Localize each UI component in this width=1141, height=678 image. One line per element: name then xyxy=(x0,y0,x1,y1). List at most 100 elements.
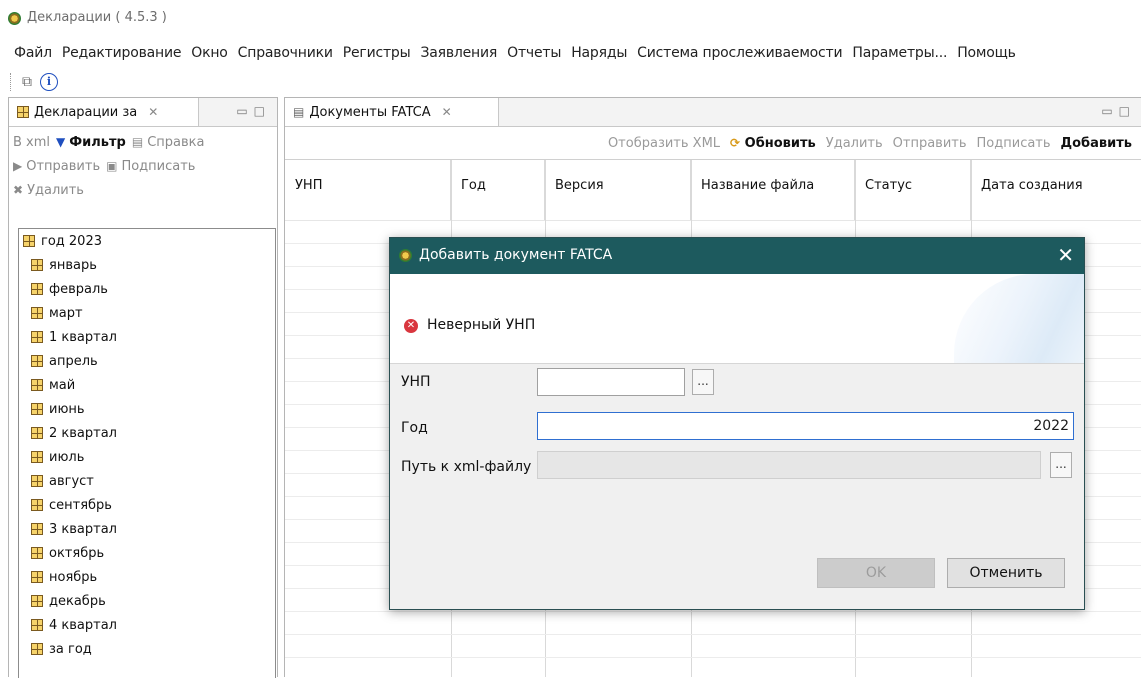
tab-declarations-label: Декларации за xyxy=(34,104,138,120)
tab-declarations[interactable]: Декларации за ✕ xyxy=(9,98,199,126)
tree-item[interactable]: март xyxy=(19,301,275,325)
menu-edit[interactable]: Редактирование xyxy=(57,40,186,66)
toolbar-grip[interactable] xyxy=(10,73,13,91)
col-header-version[interactable]: Версия xyxy=(545,160,691,220)
filter-button[interactable]: ▼ Фильтр xyxy=(56,135,126,150)
add-doc-button[interactable]: Добавить xyxy=(1061,136,1132,151)
close-tab-icon[interactable]: ✕ xyxy=(148,105,158,119)
tree-item-label: 4 квартал xyxy=(49,617,117,633)
tree-item[interactable]: июль xyxy=(19,445,275,469)
col-header-year[interactable]: Год xyxy=(451,160,545,220)
calendar-grid-icon xyxy=(31,259,43,271)
tree-item[interactable]: апрель xyxy=(19,349,275,373)
main-toolbar: ⧉ i xyxy=(0,69,1141,95)
tree-item[interactable]: февраль xyxy=(19,277,275,301)
tree-root-year[interactable]: год 2023 xyxy=(19,229,275,253)
menu-orders[interactable]: Наряды xyxy=(566,40,632,66)
tree-item[interactable]: за год xyxy=(19,637,275,661)
app-logo-icon xyxy=(399,249,412,262)
tree-item[interactable]: ноябрь xyxy=(19,565,275,589)
menu-registers[interactable]: Регистры xyxy=(338,40,416,66)
menu-reports[interactable]: Отчеты xyxy=(502,40,566,66)
tree-item[interactable]: сентябрь xyxy=(19,493,275,517)
unp-browse-button[interactable]: ... xyxy=(692,369,714,395)
menu-help[interactable]: Помощь xyxy=(952,40,1020,66)
menu-parameters[interactable]: Параметры... xyxy=(847,40,952,66)
export-xml-button[interactable]: В xml xyxy=(13,135,50,150)
close-icon[interactable]: ✕ xyxy=(1057,244,1074,266)
cancel-button[interactable]: Отменить xyxy=(947,558,1065,588)
menu-window[interactable]: Окно xyxy=(186,40,232,66)
tree-item[interactable]: 2 квартал xyxy=(19,421,275,445)
calendar-grid-icon xyxy=(31,379,43,391)
maximize-icon[interactable]: □ xyxy=(1119,104,1136,118)
tree-item[interactable]: октябрь xyxy=(19,541,275,565)
calendar-grid-icon xyxy=(17,106,29,118)
tree-item[interactable]: январь xyxy=(19,253,275,277)
error-icon: ✕ xyxy=(404,319,418,333)
calendar-grid-icon xyxy=(31,307,43,319)
year-input[interactable]: 2022 xyxy=(537,412,1074,440)
tree-item-label: март xyxy=(49,305,83,321)
tree-item-label: апрель xyxy=(49,353,98,369)
tree-item[interactable]: май xyxy=(19,373,275,397)
banner-decoration xyxy=(954,274,1084,363)
delete-doc-button[interactable]: Удалить xyxy=(826,136,883,151)
xml-browse-button[interactable]: ... xyxy=(1050,452,1072,478)
menu-applications[interactable]: Заявления xyxy=(415,40,502,66)
calendar-grid-icon xyxy=(31,571,43,583)
refresh-button[interactable]: ⟳ Обновить xyxy=(730,136,816,151)
tree-item-label: февраль xyxy=(49,281,108,297)
col-header-filename[interactable]: Название файла xyxy=(691,160,855,220)
tree-item[interactable]: 3 квартал xyxy=(19,517,275,541)
dialog-title: Добавить документ FATCA xyxy=(419,247,613,263)
document-icon: ▤ xyxy=(131,135,144,149)
minimize-icon[interactable]: ▭ xyxy=(1101,104,1118,118)
tree-item[interactable]: июнь xyxy=(19,397,275,421)
calendar-grid-icon xyxy=(31,427,43,439)
delete-button[interactable]: ✖ Удалить xyxy=(13,183,84,198)
maximize-icon[interactable]: □ xyxy=(254,104,271,118)
col-header-status[interactable]: Статус xyxy=(855,160,971,220)
refresh-icon: ⟳ xyxy=(730,135,741,150)
tree-item-label: август xyxy=(49,473,94,489)
col-header-unp[interactable]: УНП xyxy=(285,160,451,220)
show-xml-button[interactable]: Отобразить XML xyxy=(608,136,720,151)
menu-references[interactable]: Справочники xyxy=(233,40,338,66)
sign-doc-button[interactable]: Подписать xyxy=(977,136,1051,151)
close-tab-icon[interactable]: ✕ xyxy=(442,105,452,119)
tree-item[interactable]: декабрь xyxy=(19,589,275,613)
col-header-created[interactable]: Дата создания xyxy=(971,160,1141,220)
sign-button[interactable]: ▣ Подписать xyxy=(106,159,195,174)
error-message: Неверный УНП xyxy=(427,317,536,333)
copy-icon[interactable]: ⧉ xyxy=(18,73,36,91)
info-icon[interactable]: i xyxy=(40,73,58,91)
reference-button[interactable]: ▤ Справка xyxy=(132,135,205,150)
tab-fatca-documents[interactable]: ▤ Документы FATCA ✕ xyxy=(285,98,499,126)
menu-file[interactable]: Файл xyxy=(0,40,57,66)
send-button[interactable]: ▶ Отправить xyxy=(13,159,100,174)
tree-item-label: июнь xyxy=(49,401,85,417)
ok-button[interactable]: OK xyxy=(817,558,935,588)
editor-actions: Отобразить XML ⟳ Обновить Удалить Отправ… xyxy=(285,127,1141,160)
row-divider xyxy=(285,657,1141,658)
xml-path-input[interactable] xyxy=(537,451,1041,479)
calendar-grid-icon xyxy=(23,235,35,247)
menu-bar: Файл Редактирование Окно Справочники Рег… xyxy=(0,40,1141,66)
tree-item-label: декабрь xyxy=(49,593,106,609)
tree-item-label: 3 квартал xyxy=(49,521,117,537)
tree-item[interactable]: 1 квартал xyxy=(19,325,275,349)
tree-item-label: июль xyxy=(49,449,85,465)
calendar-grid-icon xyxy=(31,523,43,535)
editor-window-controls: ▭□ xyxy=(1101,104,1136,118)
menu-traceability[interactable]: Система прослеживаемости xyxy=(632,40,847,66)
tree-item[interactable]: август xyxy=(19,469,275,493)
row-divider xyxy=(285,611,1141,612)
unp-input[interactable] xyxy=(537,368,685,396)
tree-item[interactable]: 4 квартал xyxy=(19,613,275,637)
view-window-controls: ▭□ xyxy=(236,104,271,118)
minimize-icon[interactable]: ▭ xyxy=(236,104,253,118)
dialog-title-bar[interactable]: Добавить документ FATCA ✕ xyxy=(390,238,1084,274)
delete-x-icon: ✖ xyxy=(13,183,24,197)
send-doc-button[interactable]: Отправить xyxy=(893,136,967,151)
